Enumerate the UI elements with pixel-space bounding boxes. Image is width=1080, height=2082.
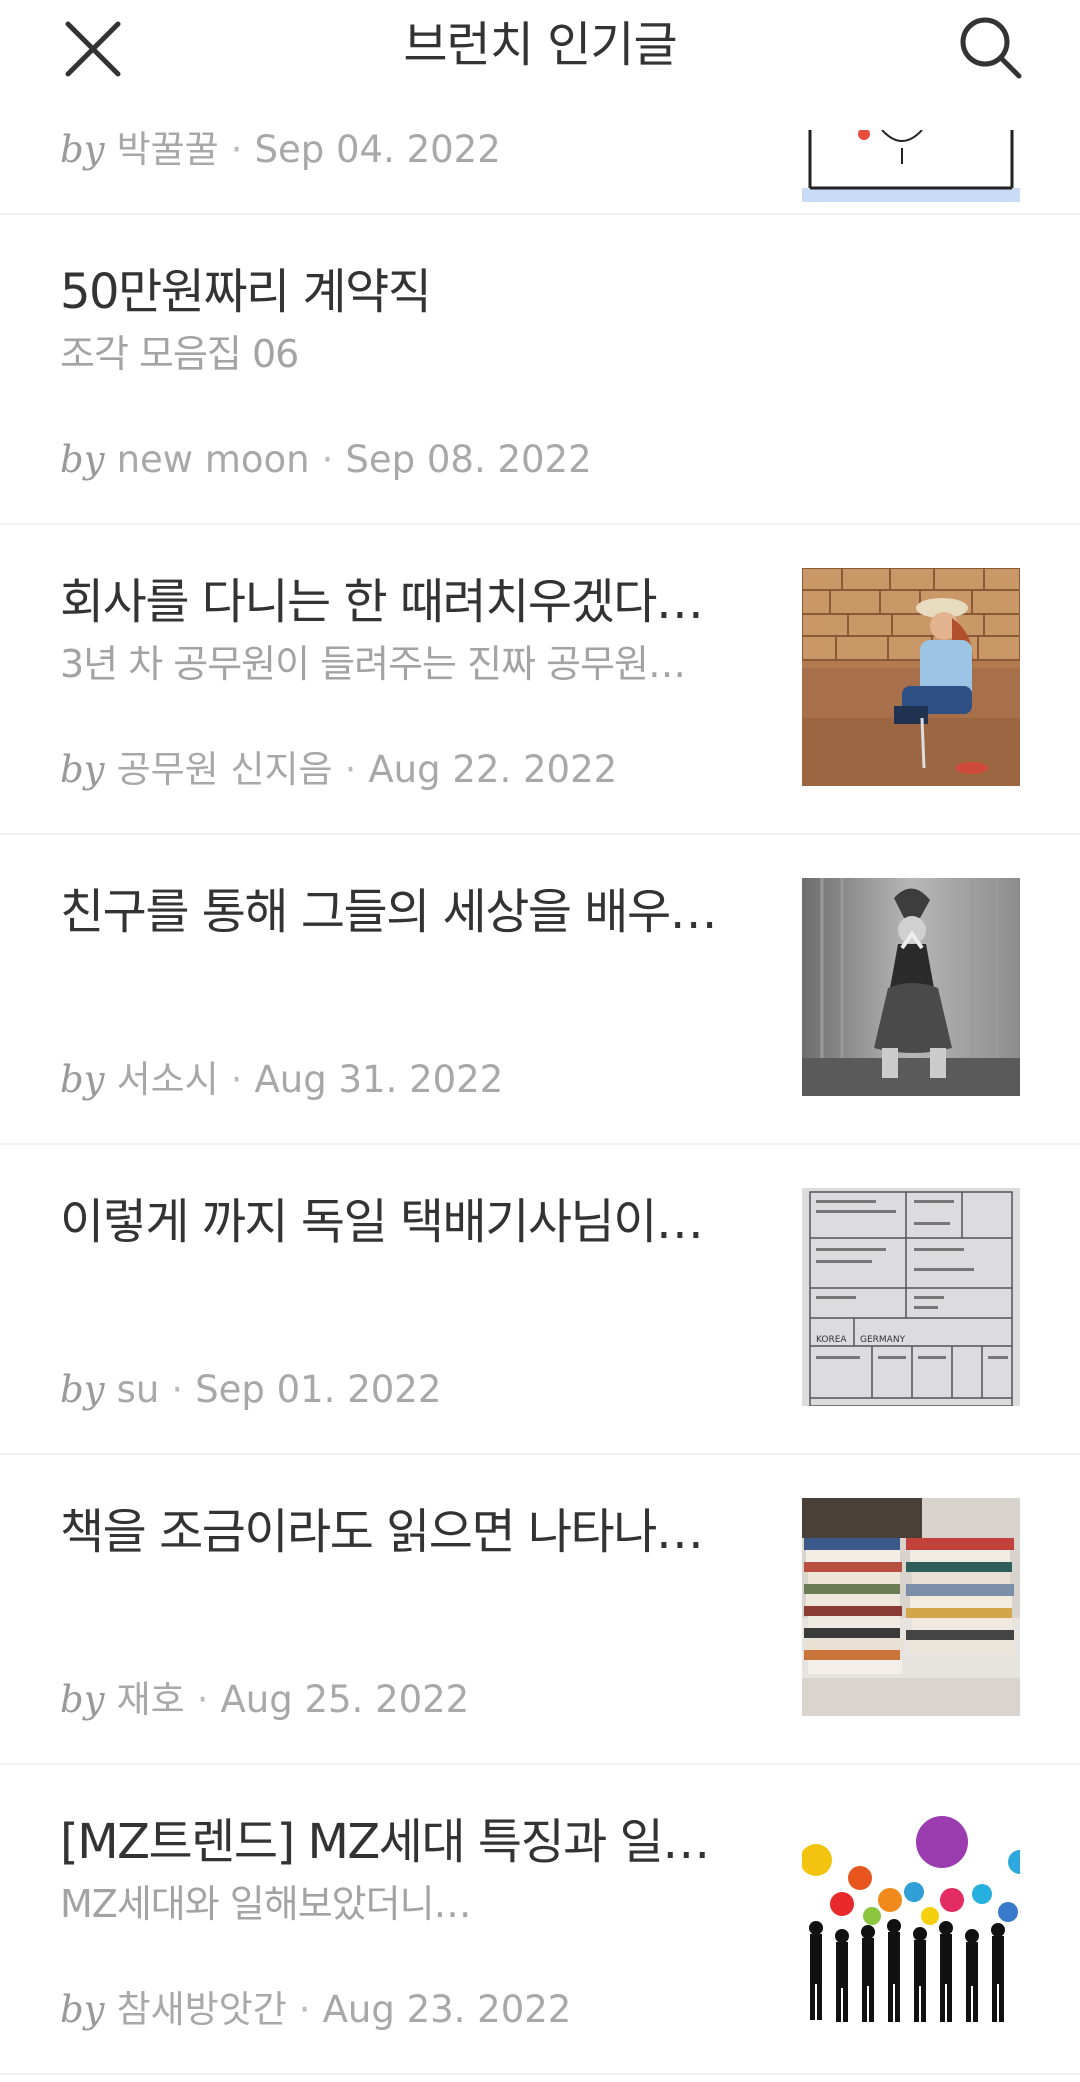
article-thumbnail: KOREA GERMANY — [802, 1188, 1020, 1406]
article-thumbnail — [802, 568, 1020, 786]
article-meta: by 공무원 신지음 · Aug 22. 2022 — [60, 745, 617, 795]
by-label: by — [60, 1058, 105, 1101]
page-title: 브런치 인기글 — [403, 17, 677, 73]
article-subtitle: MZ세대와 일해보았더니… — [60, 1882, 472, 1926]
article-title: 회사를 다니는 한 때려치우겠다… — [60, 574, 704, 630]
separator-dot: · — [344, 748, 357, 791]
list-item[interactable]: 책을 조금이라도 읽으면 나타나… by 재호 · Aug 25. 2022 — [0, 1455, 1080, 1765]
list-item[interactable]: 50만원짜리 계약직 조각 모음집 06 by new moon · Sep 08. … — [0, 215, 1080, 525]
separator-dot: · — [196, 1678, 209, 1721]
by-label: by — [60, 1988, 105, 2031]
search-icon — [960, 17, 1022, 79]
top-bar: 브런치 인기글 — [0, 0, 1080, 95]
article-date: Sep 01. 2022 — [195, 1368, 442, 1411]
by-label: by — [60, 438, 105, 481]
article-date: Sep 04. 2022 — [254, 128, 501, 171]
article-thumbnail — [802, 878, 1020, 1096]
article-meta: by 참새방앗간 · Aug 23. 2022 — [60, 1985, 571, 2035]
article-author: new moon — [116, 438, 310, 481]
article-thumbnail — [802, 1498, 1020, 1716]
article-meta: by 재호 · Aug 25. 2022 — [60, 1675, 469, 1725]
article-meta: by 박꿀꿀 · Sep 04. 2022 — [60, 125, 501, 175]
article-meta: by su · Sep 01. 2022 — [60, 1365, 441, 1415]
article-title: 책을 조금이라도 읽으면 나타나… — [60, 1504, 704, 1560]
article-date: Aug 23. 2022 — [322, 1988, 572, 2031]
form-text-germany: GERMANY — [860, 1335, 906, 1345]
article-author: 참새방앗간 — [116, 1988, 287, 2031]
article-author: 재호 — [116, 1678, 185, 1721]
article-subtitle: 조각 모음집 06 — [60, 332, 299, 376]
article-title: [MZ트렌드] MZ세대 특징과 일… — [60, 1814, 710, 1870]
separator-dot: · — [230, 1058, 243, 1101]
article-author: 공무원 신지음 — [116, 748, 333, 791]
article-date: Sep 08. 2022 — [345, 438, 592, 481]
form-text-korea: KOREA — [816, 1335, 847, 1345]
search-button[interactable] — [955, 12, 1027, 84]
article-subtitle: 3년 차 공무원이 들려주는 진짜 공무원… — [60, 642, 686, 686]
article-author: 서소시 — [116, 1058, 219, 1101]
by-label: by — [60, 748, 105, 791]
article-date: Aug 25. 2022 — [220, 1678, 470, 1721]
article-meta: by new moon · Sep 08. 2022 — [60, 435, 592, 485]
article-thumbnail — [802, 130, 1020, 202]
article-title: 친구를 통해 그들의 세상을 배우… — [60, 884, 718, 940]
article-author: su — [116, 1368, 160, 1411]
article-date: Aug 22. 2022 — [368, 748, 618, 791]
article-thumbnail — [802, 1808, 1020, 2026]
article-title: 이렇게 까지 독일 택배기사님이… — [60, 1194, 704, 1250]
list-item[interactable]: 친구를 통해 그들의 세상을 배우… by 서소시 · Aug 31. 2022 — [0, 835, 1080, 1145]
by-label: by — [60, 1678, 105, 1721]
article-meta: by 서소시 · Aug 31. 2022 — [60, 1055, 503, 1105]
list-item[interactable]: [MZ트렌드] MZ세대 특징과 일… MZ세대와 일해보았더니… by 참새방앗… — [0, 1765, 1080, 2075]
list-item[interactable]: 회사를 다니는 한 때려치우겠다… 3년 차 공무원이 들려주는 진짜 공무원…… — [0, 525, 1080, 835]
article-date: Aug 31. 2022 — [254, 1058, 504, 1101]
separator-dot: · — [321, 438, 334, 481]
separator-dot: · — [298, 1988, 311, 2031]
separator-dot: · — [171, 1368, 184, 1411]
article-author: 박꿀꿀 — [116, 128, 219, 171]
separator-dot: · — [230, 128, 243, 171]
by-label: by — [60, 1368, 105, 1411]
by-label: by — [60, 128, 105, 171]
list-item[interactable]: 이렇게 까지 독일 택배기사님이… by su · Sep 01. 2022 K… — [0, 1145, 1080, 1455]
article-title: 50만원짜리 계약직 — [60, 264, 432, 320]
